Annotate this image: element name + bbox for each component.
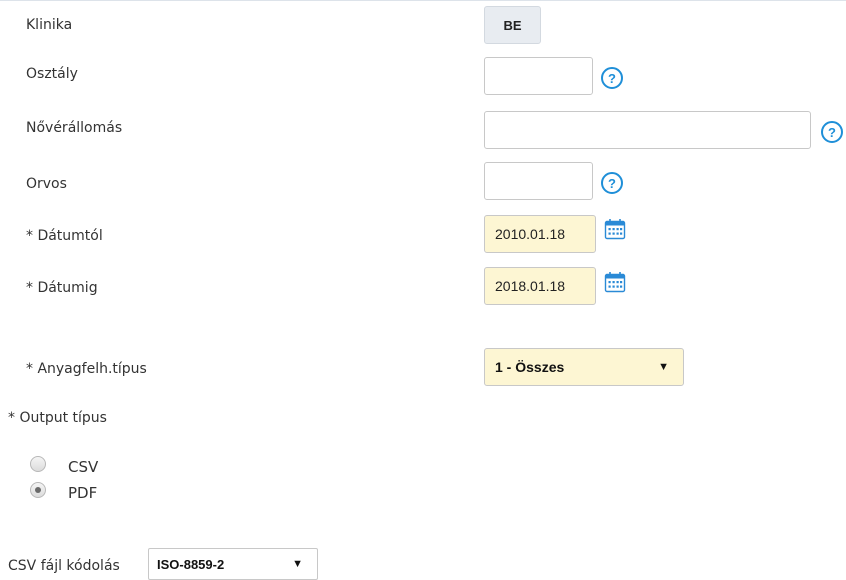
calendar-icon[interactable] [604,271,626,293]
datumig-value: 2018.01.18 [495,278,566,294]
chevron-down-icon: ▼ [292,558,303,570]
help-icon[interactable]: ? [821,121,843,143]
osztaly-label: Osztály [26,66,78,82]
klinika-field: BE [484,6,541,44]
radio-pdf-label: PDF [68,484,98,502]
orvos-label: Orvos [26,176,67,192]
datumtol-input[interactable]: 2010.01.18 [484,215,596,253]
datumtol-label: * Dátumtól [26,228,103,244]
datumtol-value: 2010.01.18 [495,226,566,242]
help-icon[interactable]: ? [601,172,623,194]
csv-encoding-select[interactable]: ISO-8859-2 ▼ [148,548,318,580]
klinika-label: Klinika [26,17,73,33]
top-divider [0,0,846,1]
datumig-input[interactable]: 2018.01.18 [484,267,596,305]
radio-pdf[interactable] [30,482,46,498]
radio-csv[interactable] [30,456,46,472]
orvos-input[interactable] [484,162,593,200]
osztaly-input[interactable] [484,57,593,95]
anyagfelh-value: 1 - Összes [495,359,565,375]
noverallomas-input[interactable] [484,111,811,149]
csv-encoding-label: CSV fájl kódolás [8,558,120,574]
csv-encoding-value: ISO-8859-2 [157,556,225,572]
anyagfelh-select[interactable]: 1 - Összes ▼ [484,348,684,386]
radio-csv-label: CSV [68,458,99,476]
output-type-label: * Output típus [8,410,107,426]
noverallomas-label: Nővérállomás [26,120,123,136]
calendar-icon[interactable] [604,218,626,240]
help-icon[interactable]: ? [601,67,623,89]
chevron-down-icon: ▼ [658,361,669,373]
anyagfelh-label: * Anyagfelh.típus [26,361,147,377]
klinika-value: BE [503,17,522,33]
datumig-label: * Dátumig [26,280,98,296]
